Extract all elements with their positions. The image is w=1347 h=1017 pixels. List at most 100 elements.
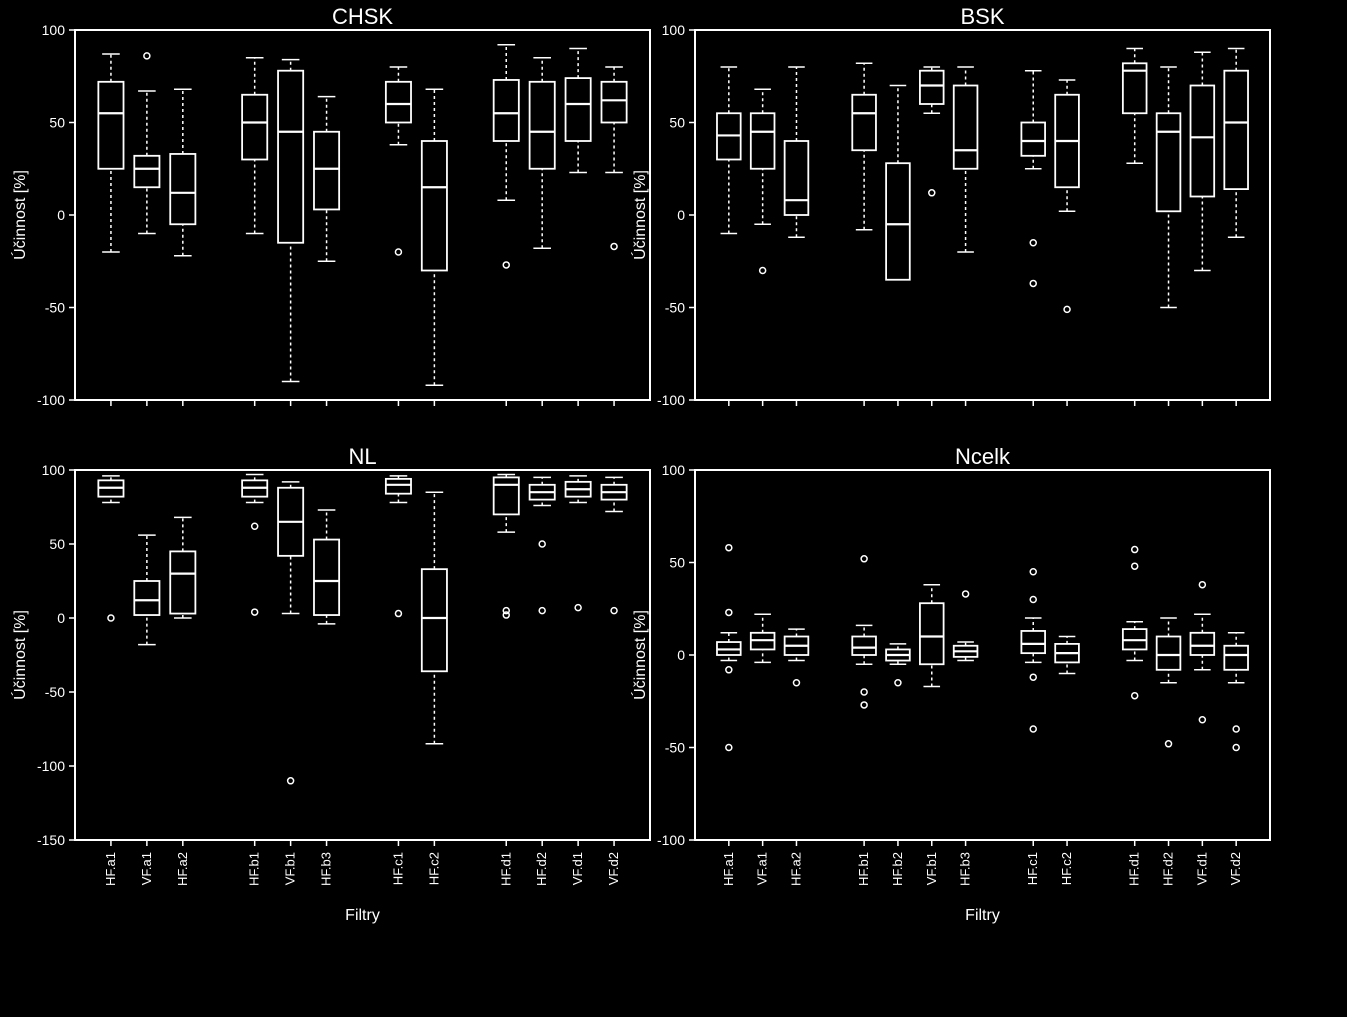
y-axis-label: Účinnost [%] [10, 610, 29, 700]
x-tick-label: VF.a1 [139, 852, 154, 885]
box-HF.c1 [386, 476, 411, 617]
box-VF.d2 [601, 67, 626, 249]
y-axis-label: Účinnost [%] [10, 170, 29, 260]
x-tick-label: HF.d1 [498, 852, 513, 886]
y-tick-label: 100 [662, 462, 686, 478]
outlier-point [1166, 741, 1172, 747]
outlier-point [726, 545, 732, 551]
box-HF.a2 [785, 67, 809, 237]
box-HF.a2 [170, 89, 195, 256]
box-VF.d1 [1191, 52, 1215, 270]
outlier-point [1064, 306, 1070, 312]
outlier-point [793, 680, 799, 686]
box-VF.d2 [1224, 633, 1248, 751]
panel-BSK: BSK-100-50050100Účinnost [%] [630, 4, 1270, 408]
chart-title: CHSK [332, 4, 393, 29]
box-HF.c1 [1021, 71, 1045, 287]
box-HF.d1 [494, 45, 519, 268]
box-HF.c1 [1021, 569, 1045, 732]
box-VF.d1 [566, 476, 591, 611]
box-HF.b1 [242, 474, 267, 615]
outlier-point [1030, 569, 1036, 575]
y-tick-label: -100 [37, 392, 65, 408]
outlier-point [1233, 726, 1239, 732]
plot-frame [695, 470, 1270, 840]
box-VF.a1 [134, 535, 159, 645]
y-tick-label: -150 [37, 832, 65, 848]
outlier-point [963, 591, 969, 597]
box-HF.b1 [852, 63, 876, 230]
x-tick-label: VF.d2 [1228, 852, 1243, 885]
x-tick-label: HF.d1 [1127, 852, 1142, 886]
box-HF.d2 [1157, 618, 1181, 747]
outlier-point [861, 702, 867, 708]
box-VF.b1 [920, 67, 944, 196]
y-axis-label: Účinnost [%] [630, 170, 649, 260]
outlier-point [1030, 280, 1036, 286]
box-HF.b3 [954, 591, 978, 661]
box-HF.d1 [1123, 49, 1147, 164]
box-HF.d2 [530, 477, 555, 613]
box-HF.c2 [1055, 637, 1079, 674]
box-HF.b3 [314, 97, 339, 262]
outlier-point [1030, 597, 1036, 603]
box-VF.a1 [751, 614, 775, 662]
outlier-point [1233, 745, 1239, 751]
y-tick-label: 100 [42, 22, 66, 38]
chart-title: BSK [960, 4, 1004, 29]
panel-NL: NL-150-100-50050100Účinnost [%]HF.a1VF.a… [10, 444, 650, 924]
outlier-point [1030, 674, 1036, 680]
x-tick-label: HF.c1 [1025, 852, 1040, 885]
y-tick-label: 100 [42, 462, 66, 478]
y-tick-label: -50 [665, 300, 685, 316]
y-tick-label: 0 [677, 647, 685, 663]
y-tick-label: 0 [57, 610, 65, 626]
outlier-point [539, 541, 545, 547]
outlier-point [252, 523, 258, 529]
outlier-point [1132, 563, 1138, 569]
x-tick-label: HF.d2 [534, 852, 549, 886]
x-tick-label: HF.c2 [426, 852, 441, 885]
y-tick-label: -100 [657, 832, 685, 848]
box-VF.d1 [566, 49, 591, 173]
outlier-point [611, 243, 617, 249]
x-tick-label: VF.d1 [570, 852, 585, 885]
box-HF.c2 [1055, 80, 1079, 312]
y-tick-label: 0 [677, 207, 685, 223]
y-tick-label: -50 [45, 300, 65, 316]
box-HF.d2 [1157, 67, 1181, 308]
x-tick-label: HF.b3 [319, 852, 334, 886]
outlier-point [503, 262, 509, 268]
x-axis-label: Filtry [345, 907, 380, 924]
outlier-point [1199, 582, 1205, 588]
outlier-point [144, 53, 150, 59]
x-axis-label: Filtry [965, 907, 1000, 924]
y-tick-label: 50 [49, 115, 65, 131]
y-tick-label: 50 [669, 115, 685, 131]
box-VF.d2 [1224, 49, 1248, 238]
outlier-point [575, 605, 581, 611]
outlier-point [1030, 240, 1036, 246]
box-HF.d1 [494, 474, 519, 618]
y-tick-label: 0 [57, 207, 65, 223]
box-VF.b1 [278, 482, 303, 784]
box-HF.c2 [422, 89, 447, 385]
box-HF.c2 [422, 492, 447, 744]
outlier-point [1199, 717, 1205, 723]
box-HF.a1 [98, 54, 123, 252]
x-tick-label: HF.a1 [721, 852, 736, 886]
box-HF.b2 [886, 86, 910, 280]
outlier-point [726, 667, 732, 673]
outlier-point [861, 556, 867, 562]
box-HF.b1 [852, 556, 876, 708]
outlier-point [288, 778, 294, 784]
outlier-point [726, 745, 732, 751]
x-tick-label: HF.b2 [890, 852, 905, 886]
chart-title: Ncelk [955, 444, 1011, 469]
x-tick-label: HF.b3 [958, 852, 973, 886]
box-HF.a1 [717, 67, 741, 234]
x-tick-label: HF.a2 [175, 852, 190, 886]
box-VF.b1 [920, 585, 944, 687]
outlier-point [1132, 693, 1138, 699]
box-HF.d2 [530, 58, 555, 249]
